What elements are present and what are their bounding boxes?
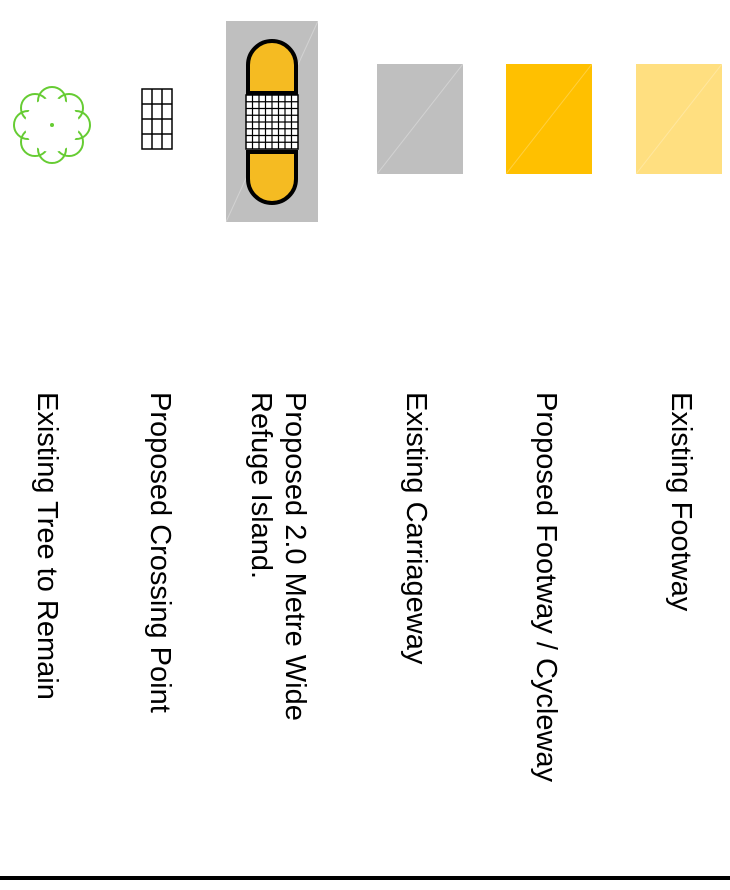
existing-footway-label: Existing Footway [665,392,697,612]
refuge-island-label: Proposed 2.0 Metre Wide Refuge Island. [245,392,311,721]
existing-footway-swatch [635,63,723,175]
refuge-island-swatch [225,20,319,223]
crossing-point-swatch [141,88,173,150]
tree-swatch [10,83,94,167]
tree-icon [13,86,91,164]
refuge-island-crossing-grid [245,94,299,150]
bottom-border-rule [0,876,730,880]
existing-carriageway-label: Existing Carriageway [400,392,432,665]
refuge-island-bottom-bulb [246,150,298,205]
proposed-footway-cycleway-swatch [505,63,593,175]
tree-label: Existing Tree to Remain [31,392,63,700]
crossing-grid-icon [141,88,173,150]
refuge-island-top-bulb [246,39,298,95]
crossing-point-label: Proposed Crossing Point [144,392,176,713]
proposed-footway-cycleway-label: Proposed Footway / Cycleway [530,392,562,783]
existing-carriageway-swatch [376,63,464,175]
